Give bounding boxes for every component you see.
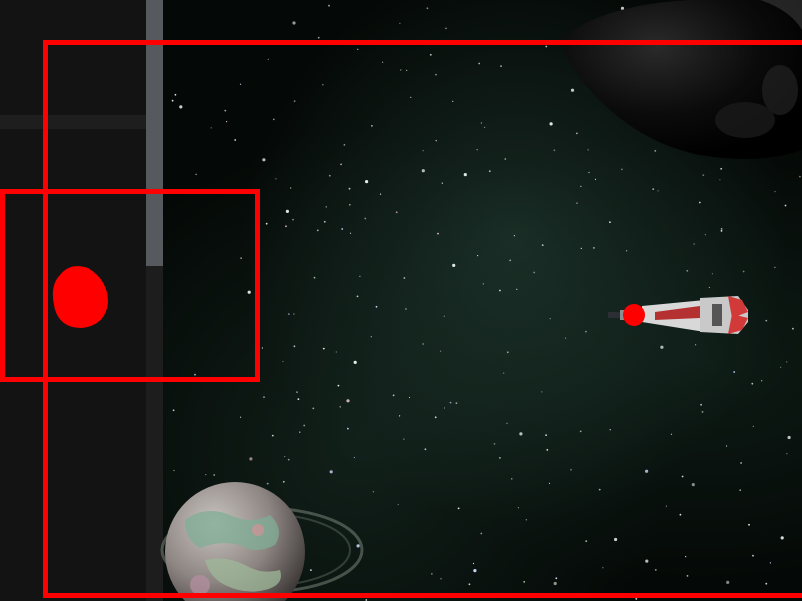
- click-markers: [52, 266, 645, 328]
- game-window: [0, 0, 802, 601]
